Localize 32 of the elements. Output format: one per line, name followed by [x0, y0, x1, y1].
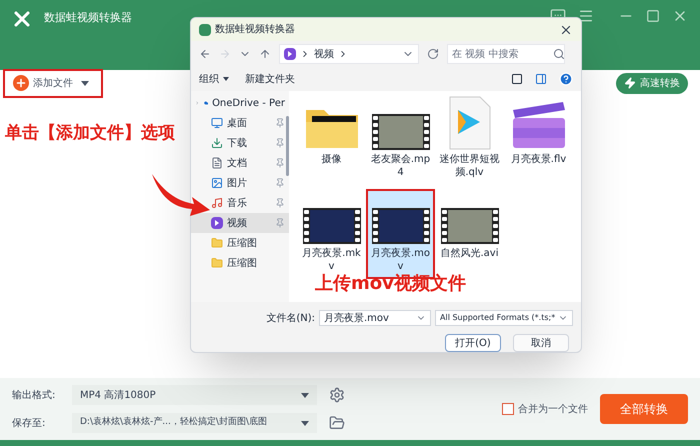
- add-file-button[interactable]: 添加文件: [13, 75, 89, 91]
- navigation-item[interactable]: 文档: [191, 153, 289, 173]
- file-item[interactable]: 月亮夜景.flv: [504, 95, 573, 185]
- filename-field[interactable]: 月亮夜景.mov: [319, 310, 431, 326]
- navigation-item[interactable]: OneDrive - Per: [191, 93, 289, 113]
- address-bar[interactable]: 视频: [279, 44, 419, 64]
- file-item[interactable]: 迷你世界短视频.qlv: [435, 95, 504, 185]
- app-title: 数据蛙视频转换器: [44, 10, 132, 26]
- command-button[interactable]: 新建文件夹: [245, 72, 295, 86]
- cancel-button[interactable]: 取消: [513, 334, 569, 352]
- format-label: 输出格式:: [12, 388, 56, 402]
- open-button[interactable]: 打开(O): [445, 334, 501, 352]
- file-type-dropdown[interactable]: All Supported Formats (*.ts;*: [435, 310, 573, 326]
- navigation-item[interactable]: 桌面: [191, 113, 289, 133]
- save-label: 保存至:: [12, 416, 46, 430]
- navigation-item[interactable]: 音乐: [191, 193, 289, 213]
- fast-convert-button[interactable]: 高速转换: [616, 72, 688, 94]
- filename-label: 文件名(N):: [266, 312, 315, 326]
- annotation-text: 单击【添加文件】选项: [5, 122, 175, 145]
- navigation-item[interactable]: 视频: [191, 213, 289, 233]
- dialog-title: 数据蛙视频转换器: [215, 22, 295, 37]
- format-dropdown[interactable]: MP4 高清1080P: [72, 385, 317, 405]
- command-button[interactable]: 组织: [199, 72, 229, 86]
- search-field[interactable]: 在 视频 中搜索: [447, 44, 565, 64]
- merge-checkbox[interactable]: 合并为一个文件: [502, 402, 588, 416]
- save-path-dropdown[interactable]: D:\袁林炫\袁林炫-产...，轻松搞定\封面图\底图: [72, 413, 317, 433]
- file-item[interactable]: 摄像: [297, 95, 366, 185]
- navigation-item[interactable]: 压缩图: [191, 233, 289, 253]
- navigation-item[interactable]: 下载: [191, 133, 289, 153]
- navigation-item[interactable]: 图片: [191, 173, 289, 193]
- navigation-item[interactable]: 压缩图: [191, 253, 289, 273]
- file-item[interactable]: 老友聚会.mp4: [366, 95, 435, 185]
